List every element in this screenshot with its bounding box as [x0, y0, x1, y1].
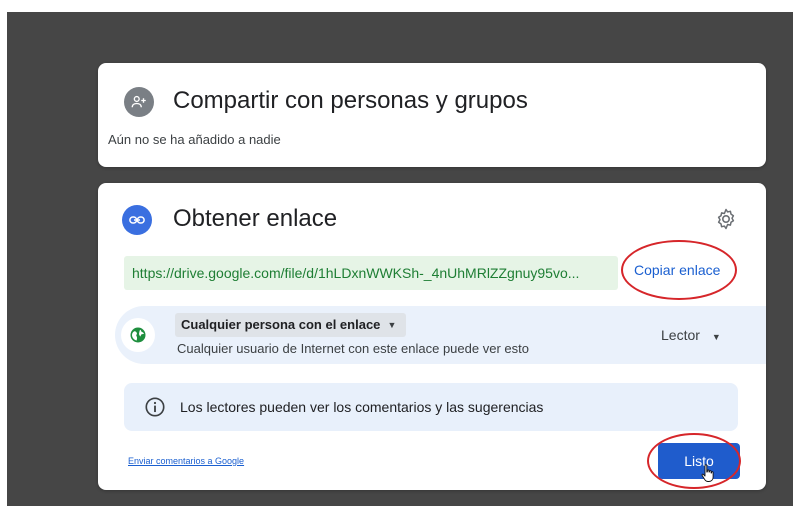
chevron-down-icon: ▼ — [711, 332, 721, 342]
access-scope-dropdown[interactable]: Cualquier persona con el enlace ▼ — [175, 313, 407, 337]
send-feedback-link[interactable]: Enviar comentarios a Google — [128, 456, 244, 466]
info-banner: Los lectores pueden ver los comentarios … — [124, 383, 738, 431]
share-people-subtitle: Aún no se ha añadido a nadie — [108, 132, 281, 147]
done-highlight-ring — [647, 433, 741, 489]
share-url-field[interactable]: https://drive.google.com/file/d/1hLDxnWW… — [124, 256, 618, 290]
person-add-icon[interactable] — [124, 87, 154, 117]
share-people-card: Compartir con personas y grupos Aún no s… — [98, 63, 766, 167]
link-icon — [122, 205, 152, 235]
share-people-title: Compartir con personas y grupos — [173, 87, 528, 114]
access-scope-label: Cualquier persona con el enlace — [181, 317, 381, 332]
info-banner-text: Los lectores pueden ver los comentarios … — [180, 399, 544, 415]
gear-icon[interactable] — [714, 207, 738, 231]
copy-link-highlight-ring — [621, 240, 737, 300]
link-access-row: Cualquier persona con el enlace ▼ Cualqu… — [115, 306, 766, 364]
get-link-title: Obtener enlace — [173, 205, 338, 232]
info-icon — [145, 397, 165, 417]
role-dropdown[interactable]: Lector ▼ — [661, 327, 721, 343]
globe-icon — [121, 318, 155, 352]
hand-cursor-icon — [701, 464, 714, 482]
role-label: Lector — [661, 327, 700, 343]
get-link-card: Obtener enlace https://drive.google.com/… — [98, 183, 766, 490]
access-description: Cualquier usuario de Internet con este e… — [177, 341, 529, 356]
chevron-down-icon: ▼ — [387, 320, 397, 330]
